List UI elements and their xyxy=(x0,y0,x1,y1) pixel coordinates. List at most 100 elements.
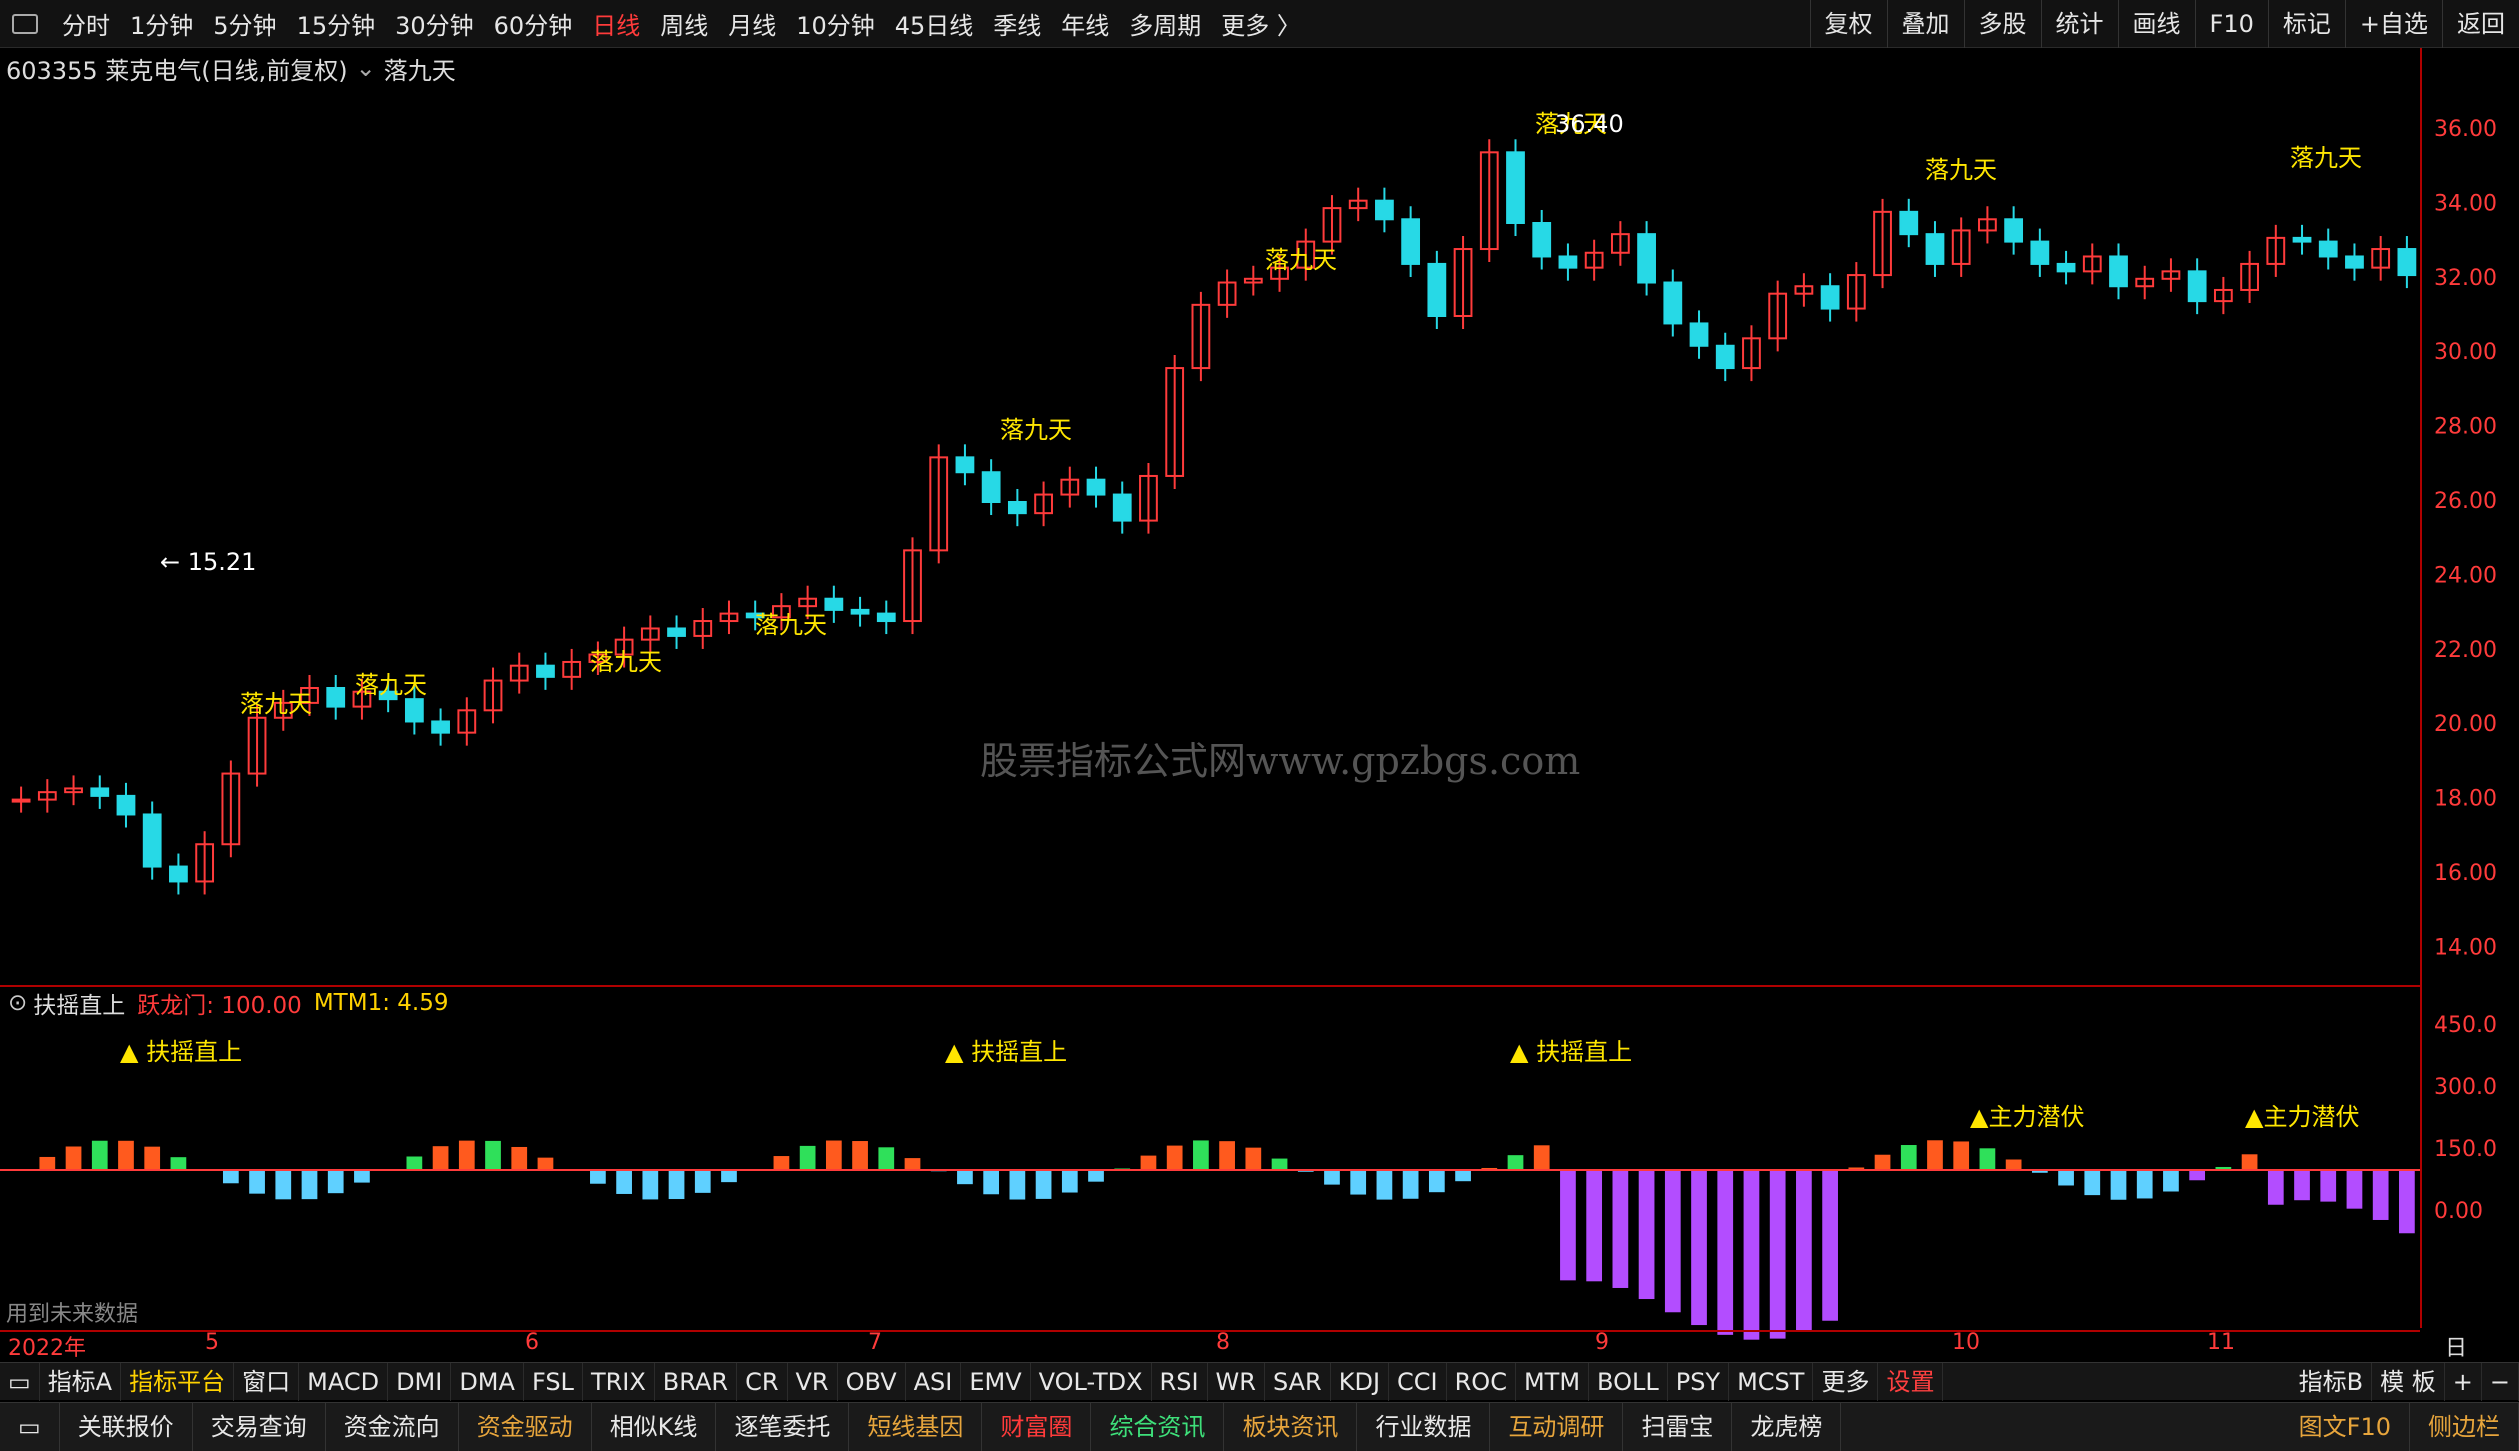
tab-8[interactable]: BRAR xyxy=(655,1362,738,1401)
timeframe-8[interactable]: 月线 xyxy=(718,6,786,41)
timeframe-0[interactable]: 分时 xyxy=(52,6,120,41)
bottom-menu-icon[interactable]: ▭ xyxy=(0,1402,60,1451)
tab-3[interactable]: MACD xyxy=(299,1362,389,1401)
timeframe-14[interactable]: 更多 〉 xyxy=(1211,6,1311,41)
timeframe-9[interactable]: 10分钟 xyxy=(786,6,885,41)
tab-22[interactable]: BOLL xyxy=(1589,1362,1668,1401)
tab-right-3[interactable]: − xyxy=(2482,1362,2519,1401)
ind-bar-30 xyxy=(799,1145,816,1170)
candlestick-chart[interactable]: 落九天 36.40← 15.21落九天落九天落九天落九天落九天落九天落九天 落九天… xyxy=(0,48,2420,1378)
collapse-icon[interactable]: ⊙ xyxy=(8,990,27,1016)
timeframe-10[interactable]: 45日线 xyxy=(885,6,984,41)
tab-26[interactable]: 设置 xyxy=(1878,1362,1944,1401)
bottom-right-0[interactable]: 图文F10 xyxy=(2281,1402,2410,1451)
ind-bar-51 xyxy=(1350,1170,1367,1195)
tool-button-8[interactable]: 返回 xyxy=(2442,0,2519,48)
bottom-tab-7[interactable]: 财富圈 xyxy=(982,1402,1092,1451)
tab-11[interactable]: OBV xyxy=(838,1362,906,1401)
ind-bar-66 xyxy=(1743,1170,1760,1340)
tab-24[interactable]: MCST xyxy=(1729,1362,1814,1401)
timeframe-6[interactable]: 日线 xyxy=(582,6,650,41)
timeframe-7[interactable]: 周线 xyxy=(650,6,718,41)
candle-38 xyxy=(1007,501,1027,515)
tab-1[interactable]: 指标平台 xyxy=(121,1362,235,1401)
tab-9[interactable]: CR xyxy=(737,1362,788,1401)
window-icon[interactable] xyxy=(12,13,38,34)
label-high: 36.40 xyxy=(1555,110,1624,138)
tab-7[interactable]: TRIX xyxy=(583,1362,655,1401)
ind-tick-3: 0.00 xyxy=(2434,1199,2483,1224)
tool-button-2[interactable]: 多股 xyxy=(1963,0,2041,48)
ind-bar-46 xyxy=(1219,1141,1235,1170)
bottom-tab-12[interactable]: 扫雷宝 xyxy=(1623,1402,1733,1451)
ind-tick-1: 300.0 xyxy=(2434,1075,2497,1100)
bottom-tab-2[interactable]: 资金流向 xyxy=(326,1402,459,1451)
tab-18[interactable]: KDJ xyxy=(1331,1362,1390,1401)
ind-bar-52 xyxy=(1376,1170,1393,1200)
bottom-tab-8[interactable]: 综合资讯 xyxy=(1091,1402,1225,1451)
tab-4[interactable]: DMI xyxy=(388,1362,452,1401)
timeframe-13[interactable]: 多周期 xyxy=(1119,6,1211,41)
axis-labels: 36.00 34.00 32.00 30.00 28.00 26.00 24.00 22.00… xyxy=(2434,117,2497,1224)
tab-20[interactable]: ROC xyxy=(1447,1362,1516,1401)
tab-23[interactable]: PSY xyxy=(1668,1362,1730,1401)
tab-14[interactable]: VOL-TDX xyxy=(1031,1362,1152,1401)
bottom-tab-1[interactable]: 交易查询 xyxy=(193,1402,326,1451)
bottom-right-1[interactable]: 侧边栏 xyxy=(2410,1402,2519,1451)
tab-12[interactable]: ASI xyxy=(906,1362,962,1401)
bottom-tab-9[interactable]: 板块资讯 xyxy=(1224,1402,1358,1451)
bottom-tab-4[interactable]: 相似K线 xyxy=(592,1402,717,1451)
ind-bar-68 xyxy=(1796,1170,1812,1332)
tool-button-3[interactable]: 统计 xyxy=(2040,0,2118,48)
timeframe-4[interactable]: 30分钟 xyxy=(385,6,484,41)
bottom-tab-11[interactable]: 互动调研 xyxy=(1490,1402,1624,1451)
timeframe-11[interactable]: 季线 xyxy=(983,6,1051,41)
bottom-tab-5[interactable]: 逐笔委托 xyxy=(716,1402,850,1451)
tab-17[interactable]: SAR xyxy=(1265,1362,1331,1401)
tab-2[interactable]: 窗口 xyxy=(234,1362,300,1401)
tool-button-4[interactable]: 画线 xyxy=(2117,0,2195,48)
tab-right-0[interactable]: 指标B xyxy=(2291,1362,2373,1401)
tab-19[interactable]: CCI xyxy=(1389,1362,1447,1401)
tool-button-5[interactable]: F10 xyxy=(2194,0,2268,48)
ind-bar-89 xyxy=(2346,1170,2363,1209)
bottom-tab-0[interactable]: 关联报价 xyxy=(60,1402,193,1451)
candle-88 xyxy=(2318,240,2338,258)
bottom-tab-6[interactable]: 短线基因 xyxy=(849,1402,983,1451)
timeframe-12[interactable]: 年线 xyxy=(1051,6,1119,41)
timeframe-1[interactable]: 1分钟 xyxy=(120,6,203,41)
ind-bar-13 xyxy=(354,1170,370,1183)
tool-button-6[interactable]: 标记 xyxy=(2267,0,2345,48)
bottom-tab-10[interactable]: 行业数据 xyxy=(1357,1402,1491,1451)
tab-16[interactable]: WR xyxy=(1208,1362,1265,1401)
tabs-menu-icon[interactable]: ▭ xyxy=(0,1362,40,1401)
tool-button-1[interactable]: 叠加 xyxy=(1886,0,1964,48)
timeframe-5[interactable]: 60分钟 xyxy=(484,6,583,41)
indicator-name[interactable]: 扶摇直上 xyxy=(33,986,125,1020)
bottom-tab-13[interactable]: 龙虎榜 xyxy=(1732,1402,1842,1451)
tab-10[interactable]: VR xyxy=(788,1362,838,1401)
tab-13[interactable]: EMV xyxy=(961,1362,1031,1401)
tab-15[interactable]: RSI xyxy=(1152,1362,1208,1401)
timeframe-3[interactable]: 15分钟 xyxy=(287,6,386,41)
price-tick-0: 36.00 xyxy=(2434,117,2497,142)
ind-bar-86 xyxy=(2267,1170,2284,1205)
timeframe-2[interactable]: 5分钟 xyxy=(203,6,286,41)
bottom-tab-3[interactable]: 资金驱动 xyxy=(459,1402,592,1451)
tab-21[interactable]: MTM xyxy=(1516,1362,1590,1401)
date-month-11: 11 xyxy=(2207,1330,2235,1355)
tool-button-0[interactable]: 复权 xyxy=(1809,0,1887,48)
candle-76 xyxy=(2004,218,2024,243)
tab-5[interactable]: DMA xyxy=(451,1362,524,1401)
tool-button-7[interactable]: +自选 xyxy=(2344,0,2442,48)
ind-tick-0: 450.0 xyxy=(2434,1013,2497,1038)
tab-right-1[interactable]: 模 板 xyxy=(2372,1362,2445,1401)
ind-bar-83 xyxy=(2189,1170,2206,1181)
date-month-10: 10 xyxy=(1952,1330,1980,1355)
tab-25[interactable]: 更多 xyxy=(1813,1362,1879,1401)
tab-6[interactable]: FSL xyxy=(524,1362,583,1401)
ind-bar-76 xyxy=(2005,1159,2022,1170)
tab-right-2[interactable]: + xyxy=(2445,1362,2482,1401)
label-low: ← 15.21 xyxy=(160,548,256,576)
tab-0[interactable]: 指标A xyxy=(40,1362,122,1401)
